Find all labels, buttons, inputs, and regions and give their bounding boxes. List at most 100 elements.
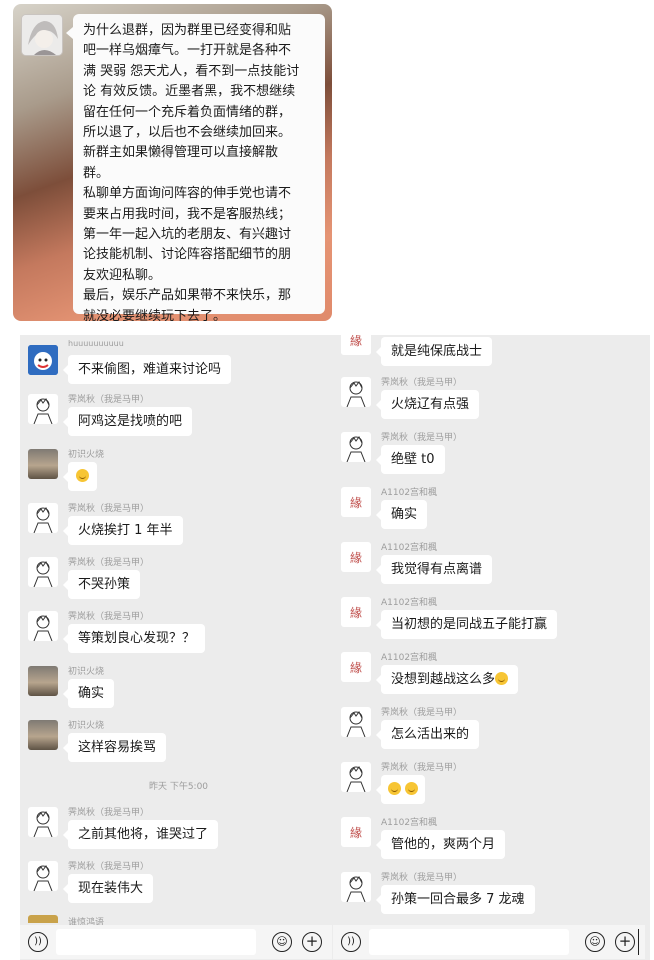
sender-name: 霁岚秋（我是马甲）	[68, 395, 150, 405]
more-icon[interactable]	[638, 929, 645, 955]
emoji-icon[interactable]: ☺	[272, 932, 292, 952]
laugh-emoji-icon	[495, 672, 509, 685]
avatar[interactable]	[28, 807, 58, 837]
sender-name: A1102宫和楓	[381, 488, 438, 498]
avatar[interactable]	[28, 861, 58, 891]
brand-logo-icon: 緣	[350, 551, 362, 565]
sketch-avatar-icon	[346, 876, 366, 902]
message-bubble[interactable]: 不来偷图，难道来讨论吗	[62, 355, 232, 384]
sender-name: 霁岚秋（我是马甲）	[381, 873, 463, 883]
message-bubble[interactable]: 火烧辽有点强	[375, 390, 480, 419]
avatar[interactable]	[28, 345, 58, 375]
message-row: 緣 A1102宫和楓 确实	[341, 487, 641, 537]
anime-avatar-icon	[22, 15, 62, 55]
message-bubble[interactable]: 管他的，爽两个月	[375, 830, 506, 859]
top-screenshot: 为什么退群，因为群里已经变得和贴 吧一样乌烟瘴气。一打开就是各种不 满 哭弱 怨…	[13, 4, 332, 321]
message-row: 霁岚秋（我是马甲） 绝壁 t0	[341, 432, 641, 482]
message-bubble[interactable]: 确实	[62, 679, 115, 708]
message-bubble[interactable]: 之前其他将，谁哭过了	[62, 820, 219, 849]
avatar[interactable]: 緣	[341, 335, 371, 355]
message-bubble[interactable]: 怎么活出来的	[375, 720, 480, 749]
message-bubble[interactable]: 阿鸡这是找喷的吧	[62, 407, 193, 436]
chat-pane-left[interactable]: huuuuuuuuuu 不来偷图，难道来讨论吗 霁岚秋（我是马甲） 阿鸡这是找喷…	[20, 335, 337, 960]
message-bubble[interactable]: 火烧挨打 1 年半	[63, 516, 183, 545]
voice-icon[interactable]: ))	[28, 932, 48, 952]
message-row: 霁岚秋（我是马甲） 火烧挨打 1 年半	[28, 503, 328, 553]
message-row: 初识火烧 这样容易挨骂	[28, 720, 328, 770]
emoji-icon[interactable]: ☺	[585, 932, 605, 952]
avatar[interactable]	[28, 915, 58, 923]
message-bubble[interactable]: 绝壁 t0	[376, 445, 445, 474]
chat-pane-right[interactable]: 緣 就是纯保底战士 霁岚秋（我是马甲） 火烧辽有点强 霁岚秋（我是马甲） 绝壁 …	[333, 335, 650, 960]
voice-icon[interactable]: ))	[341, 932, 361, 952]
sender-name: A1102宫和楓	[381, 543, 438, 553]
plus-icon[interactable]: +	[302, 932, 322, 952]
sender-name: A1102宫和楓	[381, 598, 438, 608]
avatar[interactable]	[341, 762, 371, 792]
long-message-bubble: 为什么退群，因为群里已经变得和贴 吧一样乌烟瘴气。一打开就是各种不 满 哭弱 怨…	[66, 14, 325, 321]
avatar[interactable]	[28, 394, 58, 424]
message-row: 緣 A1102宫和楓 当初想的是同战五子能打赢	[341, 597, 641, 647]
message-input[interactable]	[369, 929, 569, 955]
sender-name: 初识火烧	[68, 721, 105, 731]
avatar[interactable]: 緣	[341, 817, 371, 847]
message-input[interactable]	[56, 929, 256, 955]
avatar[interactable]	[341, 707, 371, 737]
sender-name: 霁岚秋（我是马甲）	[68, 558, 150, 568]
sketch-avatar-icon	[33, 865, 53, 891]
avatar[interactable]	[28, 666, 58, 696]
message-bubble[interactable]: 当初想的是同战五子能打赢	[375, 610, 558, 639]
sender-name: 霁岚秋（我是马甲）	[68, 504, 150, 514]
avatar[interactable]	[28, 611, 58, 641]
long-message-text: 为什么退群，因为群里已经变得和贴 吧一样乌烟瘴气。一打开就是各种不 满 哭弱 怨…	[83, 23, 300, 321]
message-bubble[interactable]: 确实	[375, 500, 428, 529]
avatar[interactable]: 緣	[341, 597, 371, 627]
brand-logo-icon: 緣	[350, 606, 362, 620]
avatar[interactable]: 緣	[341, 542, 371, 572]
sketch-avatar-icon	[346, 436, 366, 462]
message-row: 初识火烧 确实	[28, 666, 328, 716]
svg-text:緣: 緣	[350, 335, 362, 348]
avatar[interactable]	[28, 557, 58, 587]
laugh-emoji-icon	[388, 782, 401, 795]
message-bubble[interactable]: 不哭孙策	[62, 570, 141, 599]
cartoon-avatar-icon	[28, 345, 58, 375]
avatar[interactable]	[21, 14, 63, 56]
timestamp: 昨天 下午5:00	[148, 782, 209, 792]
message-bubble[interactable]: 孙策一回合最多 7 龙魂	[376, 885, 535, 914]
sketch-avatar-icon	[33, 398, 53, 424]
svg-text:緣: 緣	[350, 826, 362, 840]
message-row: 緣 A1102宫和楓 管他的，爽两个月	[341, 817, 641, 867]
message-bubble[interactable]	[375, 775, 426, 804]
message-bubble[interactable]: 等策划良心发现？？	[62, 624, 206, 653]
avatar[interactable]: 緣	[341, 652, 371, 682]
message-row: 緣 A1102宫和楓 没想到越战这么多	[341, 652, 641, 702]
sender-name: 初识火烧	[68, 450, 105, 460]
avatar[interactable]: 緣	[341, 487, 371, 517]
message-bubble[interactable]: 现在装伟大	[62, 874, 154, 903]
sender-name: 霁岚秋（我是马甲）	[381, 433, 463, 443]
avatar[interactable]	[28, 449, 58, 479]
avatar[interactable]	[341, 432, 371, 462]
message-row: 霁岚秋（我是马甲） 不哭孙策	[28, 557, 328, 607]
avatar[interactable]	[341, 377, 371, 407]
sender-name: 霁岚秋（我是马甲）	[68, 808, 150, 818]
plus-icon[interactable]: +	[615, 932, 635, 952]
message-bubble[interactable]: 我觉得有点离谱	[375, 555, 493, 584]
message-bubble[interactable]: 就是纯保底战士	[375, 337, 493, 366]
message-row: 霁岚秋（我是马甲） 阿鸡这是找喷的吧	[28, 394, 328, 444]
avatar[interactable]	[341, 872, 371, 902]
message-bubble[interactable]: 没想到越战这么多	[375, 665, 519, 694]
message-bubble[interactable]	[63, 462, 97, 491]
avatar[interactable]	[28, 720, 58, 750]
brand-logo-icon: 緣	[350, 661, 362, 675]
sender-name: A1102宫和楓	[381, 653, 438, 663]
input-bar-right: )) ☺ +	[333, 925, 645, 959]
brand-logo-icon: 緣	[341, 335, 371, 355]
message-row: 霁岚秋（我是马甲） 之前其他将，谁哭过了	[28, 807, 328, 857]
avatar[interactable]	[28, 503, 58, 533]
svg-text:緣: 緣	[350, 606, 362, 620]
message-bubble[interactable]: 这样容易挨骂	[62, 733, 167, 762]
svg-text:緣: 緣	[350, 496, 362, 510]
message-row: 不来偷图，难道来讨论吗	[28, 345, 328, 395]
